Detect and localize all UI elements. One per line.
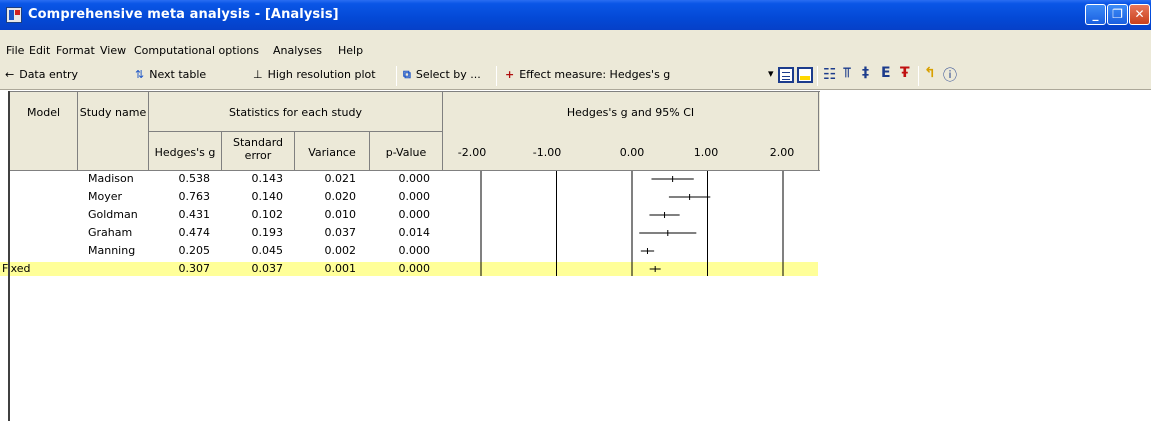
select-icon: ⧉ xyxy=(403,68,411,81)
toolbar-separator xyxy=(396,66,397,86)
menu-bar: File Edit Format View Computational opti… xyxy=(0,30,1151,60)
app-icon xyxy=(6,7,22,23)
next-table-icon: ⇅ xyxy=(135,68,145,81)
columns-icon[interactable]: ☷ xyxy=(823,65,836,83)
menu-format[interactable]: Format xyxy=(56,44,95,57)
select-by-label: Select by ... xyxy=(415,68,481,81)
toolbar-separator xyxy=(496,66,497,86)
toolbar-separator xyxy=(817,66,818,86)
arrow-left-icon: ← xyxy=(5,68,15,81)
blank-view-icon[interactable] xyxy=(797,67,813,83)
close-button[interactable]: ✕ xyxy=(1129,4,1150,25)
plus-icon: + xyxy=(505,68,515,81)
data-entry-button[interactable]: ← Data entry xyxy=(5,68,78,81)
menu-help[interactable]: Help xyxy=(338,44,363,57)
help-icon[interactable]: ⓘ xyxy=(943,65,957,85)
forest-plot xyxy=(480,171,784,276)
high-resolution-plot-button[interactable]: ⊥ High resolution plot xyxy=(253,68,376,81)
minimize-button[interactable]: _ xyxy=(1085,4,1106,25)
window-title: Comprehensive meta analysis - [Analysis] xyxy=(28,7,339,22)
menu-computational-options[interactable]: Computational options xyxy=(134,44,259,57)
bracket-red-icon[interactable]: Ŧ xyxy=(900,65,910,81)
menu-view[interactable]: View xyxy=(100,44,126,57)
grid-left-border xyxy=(8,91,10,421)
next-table-label: Next table xyxy=(149,68,207,81)
up-arrow-icon[interactable]: ↰ xyxy=(924,65,936,81)
restore-button[interactable]: ❐ xyxy=(1107,4,1128,25)
select-by-button[interactable]: ⧉ Select by ... xyxy=(403,68,481,82)
effect-measure-label: Effect measure: Hedges's g xyxy=(519,68,671,81)
menu-file[interactable]: File xyxy=(6,44,24,57)
menu-analyses[interactable]: Analyses xyxy=(273,44,322,57)
menu-edit[interactable]: Edit xyxy=(29,44,50,57)
data-entry-label: Data entry xyxy=(19,68,79,81)
next-table-button[interactable]: ⇅ Next table xyxy=(135,68,206,81)
toolbar-separator xyxy=(918,66,919,86)
high-resolution-plot-label: High resolution plot xyxy=(267,68,376,81)
effect-measure-dropdown[interactable]: + Effect measure: Hedges's g xyxy=(505,68,670,81)
forest-plot-icon: ⊥ xyxy=(253,68,263,81)
bracket-e-icon[interactable]: E xyxy=(881,65,891,81)
table-view-icon[interactable] xyxy=(778,67,794,83)
title-bar: Comprehensive meta analysis - [Analysis]… xyxy=(0,0,1151,30)
toolbar: ← Data entry ⇅ Next table ⊥ High resolution… xyxy=(0,60,1151,90)
plot-icon[interactable]: ‡ xyxy=(862,65,869,81)
analysis-grid: Model Study name Statistics for each stu… xyxy=(0,91,1151,421)
dropdown-arrow-icon[interactable]: ▾ xyxy=(768,67,774,80)
sort-icon[interactable]: ⫪ xyxy=(843,65,851,81)
